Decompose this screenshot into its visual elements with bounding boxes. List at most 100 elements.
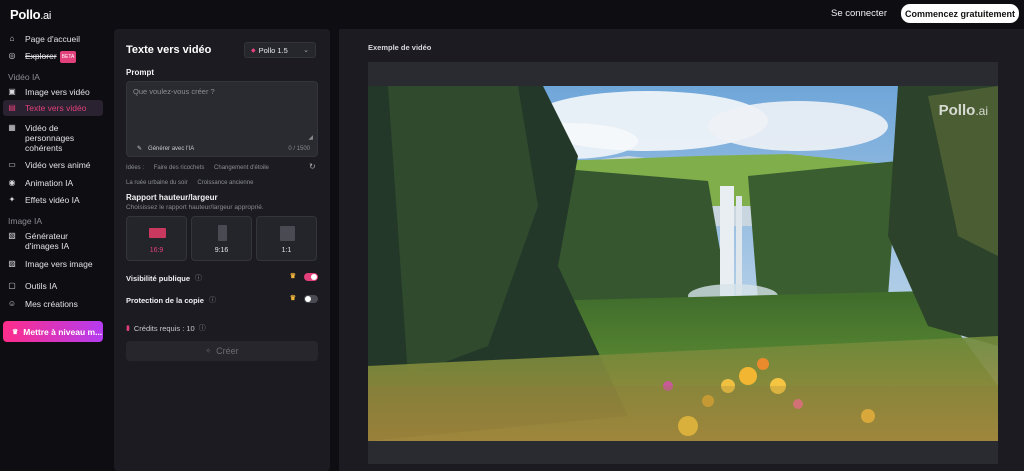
ratio-option-9-16[interactable]: 9:16 [191, 216, 252, 261]
chevron-down-icon: ⌄ [303, 47, 309, 54]
sidebar-item-ai-tools[interactable]: ▢ Outils IA [3, 278, 103, 294]
sidebar-item-label: Texte vers vidéo [25, 103, 87, 113]
crown-icon: ♛ [12, 328, 19, 336]
sidebar-item-my-creations[interactable]: ☺ Mes créations [3, 296, 103, 312]
char-counter: 0 / 1500 [288, 146, 310, 152]
toggle-knob [305, 296, 311, 302]
generation-panel: Texte vers vidéo ◆ Pollo 1.5 ⌄ Prompt Qu… [114, 29, 330, 471]
prompt-label: Prompt [126, 68, 154, 77]
generate-ai-button[interactable]: ✎ Générer avec l'IA [137, 145, 195, 153]
sidebar-item-label: Image vers image [25, 259, 93, 269]
home-icon: ⌂ [9, 34, 15, 43]
crown-icon: ♛ [289, 295, 296, 302]
section-video-ai: Vidéo IA [8, 72, 40, 82]
idea-chip[interactable]: Croissance ancienne [197, 180, 253, 186]
sign-in-link[interactable]: Se connecter [831, 8, 887, 19]
text-video-icon: ▤ [8, 103, 16, 112]
image-video-icon: ▣ [8, 87, 16, 96]
sidebar-item-video-to-anime[interactable]: ▭ Vidéo vers animé [3, 157, 103, 173]
sidebar-item-text-to-video[interactable]: ▤ Texte vers vidéo [3, 100, 103, 116]
copy-protection-toggle[interactable] [304, 295, 318, 303]
sidebar-item-image-generator[interactable]: ▧ Générateur d'images IA [3, 228, 98, 254]
public-visibility-row: Visibilité publique ⓘ ♛ [126, 273, 318, 283]
sidebar-item-image-to-image[interactable]: ▨ Image vers image [3, 256, 103, 272]
example-video[interactable]: Pollo.ai [368, 86, 998, 441]
preview-title: Exemple de vidéo [368, 43, 432, 52]
prompt-input[interactable]: Que voulez-vous créer ? ◢ ✎ Générer avec… [126, 81, 318, 157]
model-icon: ◆ [251, 47, 256, 54]
create-button[interactable]: ✧ Créer [126, 341, 318, 361]
idea-chip[interactable]: La ruée urbaine du soir [126, 180, 188, 186]
animation-icon: ◉ [8, 178, 16, 187]
public-visibility-label: Visibilité publique [126, 273, 191, 283]
toggle-knob [311, 274, 317, 280]
create-label: Créer [216, 346, 239, 356]
image-to-image-icon: ▨ [8, 259, 16, 268]
model-select-value: Pollo 1.5 [258, 45, 288, 55]
ratio-label: 1:1 [281, 247, 292, 254]
info-icon[interactable]: ⓘ [209, 295, 216, 305]
aspect-ratio-label: Rapport hauteur/largeur [126, 193, 218, 202]
sidebar-item-label: Outils IA [25, 281, 58, 291]
credit-icon: ▮ [126, 325, 130, 332]
top-bar: Pollo.ai Se connecter Commencez gratuite… [0, 0, 1024, 28]
generate-ai-label: Générer avec l'IA [148, 145, 195, 152]
sidebar-item-label: Vidéo vers animé [25, 160, 91, 170]
ratio-9-16-shape [218, 225, 227, 241]
pollo-watermark: Pollo.ai [938, 102, 988, 119]
sidebar-item-video-effects[interactable]: ✦ Effets vidéo IA [3, 192, 103, 208]
image-generator-icon: ▧ [8, 231, 16, 240]
compass-icon: ◎ [8, 51, 16, 60]
ideas-label: Idées : [126, 165, 145, 171]
public-visibility-toggle[interactable] [304, 273, 318, 281]
ideas-list: Idées : Faire des ricochets Changement d… [126, 161, 320, 191]
user-icon: ☺ [7, 299, 17, 308]
character-video-icon: ▦ [8, 123, 16, 132]
sidebar: ⌂ Page d'accueil ◎ Explorer BETA Vidéo I… [0, 28, 110, 471]
start-free-button[interactable]: Commencez gratuitement [901, 4, 1019, 23]
credits-label: Crédits requis : 10 [133, 323, 195, 333]
page-title: Texte vers vidéo [126, 44, 212, 56]
sparkle-icon: ✧ [205, 348, 212, 355]
resize-handle-icon[interactable]: ◢ [308, 134, 313, 141]
upgrade-button[interactable]: ♛ Mettre à niveau m... [3, 321, 103, 342]
crown-icon: ♛ [289, 273, 296, 280]
credits-required: ▮ Crédits requis : 10 ⓘ [126, 323, 206, 333]
refresh-icon[interactable]: ↻ [309, 162, 316, 171]
idea-chip[interactable]: Faire des ricochets [154, 165, 205, 171]
aspect-ratio-hint: Choisissez le rapport hauteur/largeur ap… [126, 204, 264, 211]
upgrade-label: Mettre à niveau m... [23, 326, 103, 337]
pollo-logo[interactable]: Pollo.ai [10, 7, 51, 22]
sidebar-item-label: Vidéo de personnages cohérents [25, 123, 75, 153]
ratio-label: 9:16 [214, 247, 229, 254]
sidebar-item-character-video[interactable]: ▦ Vidéo de personnages cohérents [3, 120, 98, 156]
ratio-option-16-9[interactable]: 16:9 [126, 216, 187, 261]
sidebar-item-home[interactable]: ⌂ Page d'accueil [3, 31, 103, 47]
idea-chip[interactable]: Changement d'étoile [214, 165, 269, 171]
sidebar-item-ai-animation[interactable]: ◉ Animation IA [3, 175, 103, 191]
ratio-16-9-shape [149, 228, 166, 238]
copy-protection-label: Protection de la copie [126, 295, 204, 305]
sidebar-item-image-to-video[interactable]: ▣ Image vers vidéo [3, 84, 103, 100]
ratio-1-1-shape [280, 226, 295, 241]
video-frame: Pollo.ai [368, 62, 998, 464]
model-select[interactable]: ◆ Pollo 1.5 ⌄ [244, 42, 316, 58]
copy-protection-row: Protection de la copie ⓘ ♛ [126, 295, 318, 305]
sidebar-item-label: Effets vidéo IA [25, 195, 80, 205]
section-image-ai: Image IA [8, 216, 43, 226]
info-icon[interactable]: ⓘ [199, 323, 206, 333]
prompt-placeholder: Que voulez-vous créer ? [133, 87, 215, 96]
sidebar-item-label: Explorer [25, 51, 57, 61]
info-icon[interactable]: ⓘ [195, 273, 202, 283]
sidebar-item-label: Image vers vidéo [25, 87, 90, 97]
magic-wand-icon: ✎ [137, 146, 143, 152]
sidebar-item-label: Page d'accueil [25, 34, 81, 44]
anime-icon: ▭ [8, 160, 16, 169]
ratio-option-1-1[interactable]: 1:1 [256, 216, 317, 261]
sidebar-item-explore[interactable]: ◎ Explorer BETA [3, 48, 103, 66]
beta-badge: BETA [59, 51, 77, 63]
waterfall-canyon-image [368, 86, 998, 441]
tools-icon: ▢ [8, 281, 16, 290]
sidebar-item-label: Générateur d'images IA [25, 231, 70, 251]
sidebar-item-label: Animation IA [25, 178, 74, 188]
